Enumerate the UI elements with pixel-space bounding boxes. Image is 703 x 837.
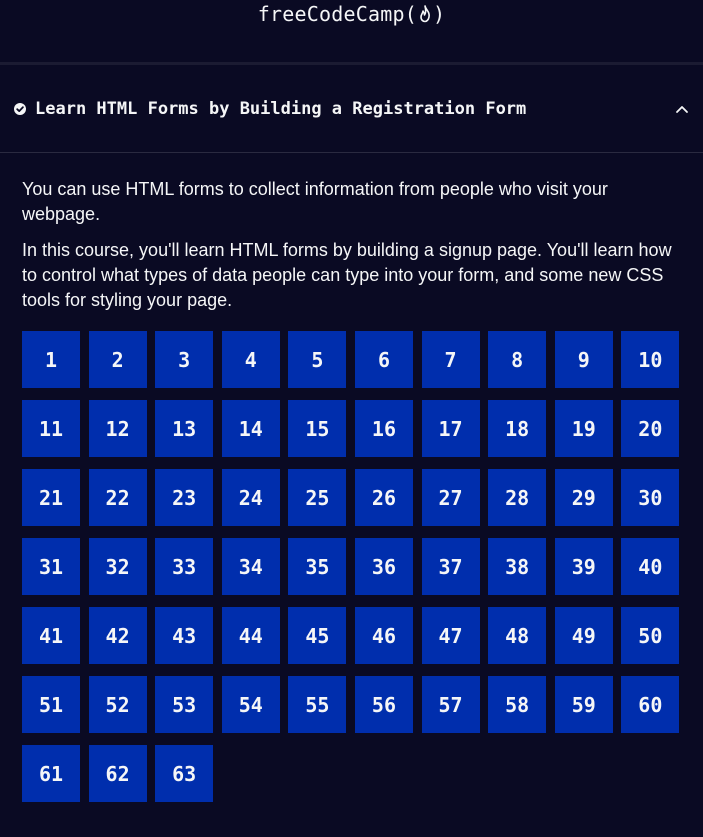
step-button[interactable]: 22 xyxy=(88,469,147,526)
step-button[interactable]: 54 xyxy=(221,676,280,733)
step-button[interactable]: 17 xyxy=(421,400,480,457)
step-button[interactable]: 1 xyxy=(22,331,80,388)
step-button[interactable]: 56 xyxy=(354,676,413,733)
step-button[interactable]: 36 xyxy=(354,538,413,595)
step-button[interactable]: 33 xyxy=(155,538,214,595)
step-button[interactable]: 52 xyxy=(88,676,147,733)
step-button[interactable]: 26 xyxy=(354,469,413,526)
flame-icon xyxy=(420,5,430,23)
step-button[interactable]: 16 xyxy=(354,400,413,457)
chevron-up-icon[interactable] xyxy=(675,104,689,114)
block-description: In this course, you'll learn HTML forms … xyxy=(22,240,672,310)
step-button[interactable]: 43 xyxy=(155,607,214,664)
step-button[interactable]: 53 xyxy=(155,676,214,733)
step-button[interactable]: 50 xyxy=(621,607,680,664)
step-button[interactable]: 11 xyxy=(22,400,80,457)
step-button[interactable]: 19 xyxy=(554,400,613,457)
step-button[interactable]: 21 xyxy=(22,469,80,526)
step-button[interactable]: 55 xyxy=(288,676,347,733)
step-button[interactable]: 8 xyxy=(488,331,547,388)
header-left: Learn HTML Forms by Building a Registrat… xyxy=(14,99,526,119)
step-button[interactable]: 30 xyxy=(621,469,680,526)
step-button[interactable]: 59 xyxy=(554,676,613,733)
step-button[interactable]: 2 xyxy=(88,331,147,388)
step-button[interactable]: 7 xyxy=(421,331,480,388)
step-button[interactable]: 34 xyxy=(221,538,280,595)
step-button[interactable]: 41 xyxy=(22,607,80,664)
step-button[interactable]: 37 xyxy=(421,538,480,595)
step-button[interactable]: 51 xyxy=(22,676,80,733)
step-button[interactable]: 57 xyxy=(421,676,480,733)
step-button[interactable]: 27 xyxy=(421,469,480,526)
logo-close: ) xyxy=(432,2,446,26)
freecodecamp-logo[interactable]: freeCodeCamp( ) xyxy=(258,2,445,26)
step-button[interactable]: 12 xyxy=(88,400,147,457)
step-button[interactable]: 13 xyxy=(155,400,214,457)
step-button[interactable]: 39 xyxy=(554,538,613,595)
navbar: freeCodeCamp( ) xyxy=(0,0,703,65)
step-button[interactable]: 62 xyxy=(88,745,147,802)
step-button[interactable]: 47 xyxy=(421,607,480,664)
step-button[interactable]: 25 xyxy=(288,469,347,526)
step-button[interactable]: 10 xyxy=(621,331,680,388)
block-header[interactable]: Learn HTML Forms by Building a Registrat… xyxy=(0,65,703,153)
step-button[interactable]: 35 xyxy=(288,538,347,595)
step-button[interactable]: 9 xyxy=(554,331,613,388)
step-button[interactable]: 4 xyxy=(221,331,280,388)
step-button[interactable]: 58 xyxy=(488,676,547,733)
step-button[interactable]: 24 xyxy=(221,469,280,526)
step-button[interactable]: 44 xyxy=(221,607,280,664)
block-description: You can use HTML forms to collect inform… xyxy=(22,179,608,224)
step-button[interactable]: 49 xyxy=(554,607,613,664)
block-title: Learn HTML Forms by Building a Registrat… xyxy=(35,98,527,119)
step-button[interactable]: 48 xyxy=(488,607,547,664)
step-button[interactable]: 18 xyxy=(488,400,547,457)
step-grid: 1 2 3 4 5 6 7 8 9 10 11 12 13 14 15 16 17 18 19 20 21 22 23 24 2… xyxy=(22,331,681,802)
step-button[interactable]: 46 xyxy=(354,607,413,664)
step-button[interactable]: 61 xyxy=(22,745,80,802)
step-button[interactable]: 63 xyxy=(155,745,214,802)
step-button[interactable]: 29 xyxy=(554,469,613,526)
step-button[interactable]: 6 xyxy=(354,331,413,388)
step-button[interactable]: 3 xyxy=(155,331,214,388)
step-button[interactable]: 32 xyxy=(88,538,147,595)
block-content: You can use HTML forms to collect inform… xyxy=(0,153,703,802)
step-button[interactable]: 23 xyxy=(155,469,214,526)
step-button[interactable]: 20 xyxy=(621,400,680,457)
step-button[interactable]: 28 xyxy=(488,469,547,526)
step-button[interactable]: 42 xyxy=(88,607,147,664)
step-button[interactable]: 45 xyxy=(288,607,347,664)
logo-text: freeCodeCamp( xyxy=(257,2,417,26)
step-button[interactable]: 60 xyxy=(621,676,680,733)
step-button[interactable]: 5 xyxy=(288,331,347,388)
step-button[interactable]: 38 xyxy=(488,538,547,595)
check-circle-icon xyxy=(14,102,26,115)
step-button[interactable]: 31 xyxy=(22,538,80,595)
step-button[interactable]: 14 xyxy=(221,400,280,457)
step-button[interactable]: 40 xyxy=(621,538,680,595)
step-button[interactable]: 15 xyxy=(288,400,347,457)
